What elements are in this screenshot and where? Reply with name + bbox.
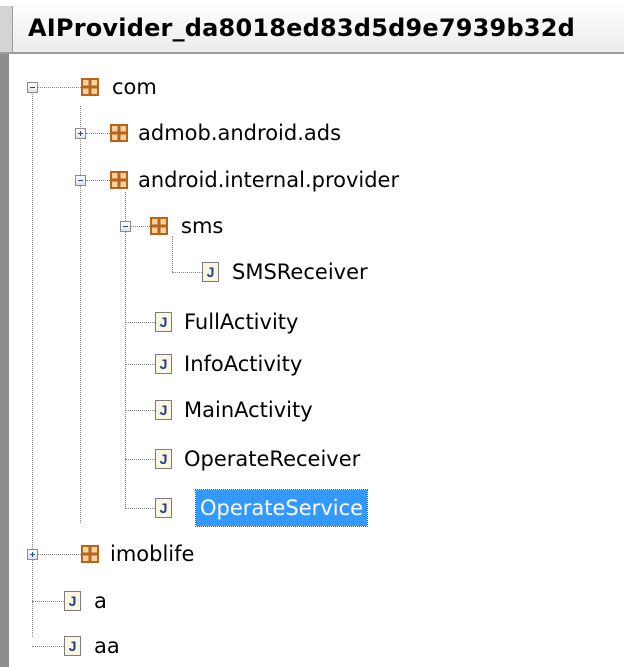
tree-item-com[interactable]: com bbox=[112, 73, 157, 101]
tree-connector bbox=[86, 133, 110, 134]
tree-item-a[interactable]: a bbox=[94, 587, 107, 615]
tree-item-operatereceiver[interactable]: OperateReceiver bbox=[184, 445, 360, 473]
tree-item-aa[interactable]: aa bbox=[94, 632, 120, 660]
package-icon bbox=[150, 217, 168, 235]
expand-plus-icon[interactable] bbox=[75, 128, 86, 139]
tree-connector bbox=[172, 236, 173, 272]
expand-plus-icon[interactable] bbox=[27, 549, 38, 560]
tree-item-sms[interactable]: sms bbox=[181, 212, 223, 240]
tree-connector bbox=[32, 601, 64, 602]
java-file-icon: J bbox=[155, 449, 172, 469]
tree-item-admob-android-ads[interactable]: admob.android.ads bbox=[138, 119, 341, 147]
tree-item-smsreceiver[interactable]: SMSReceiver bbox=[232, 258, 368, 286]
java-file-icon: J bbox=[155, 400, 172, 420]
tree-item-mainactivity[interactable]: MainActivity bbox=[184, 396, 313, 424]
package-icon bbox=[81, 78, 99, 96]
tree-connector bbox=[130, 226, 150, 227]
tree-connector bbox=[125, 364, 155, 365]
tree-connector bbox=[80, 106, 81, 523]
tree-item-infoactivity[interactable]: InfoActivity bbox=[184, 350, 302, 378]
java-file-icon: J bbox=[155, 312, 172, 332]
tree-connector bbox=[125, 192, 126, 509]
tree-connector bbox=[172, 272, 202, 273]
tree-connector bbox=[37, 554, 81, 555]
tree-connector bbox=[125, 459, 155, 460]
java-file-icon: J bbox=[155, 354, 172, 374]
tree-connector bbox=[32, 646, 64, 647]
collapse-minus-icon[interactable] bbox=[75, 175, 86, 186]
collapse-minus-icon[interactable] bbox=[27, 82, 38, 93]
java-file-icon: J bbox=[155, 498, 172, 518]
tree-connector bbox=[125, 410, 155, 411]
tree-connector bbox=[125, 322, 155, 323]
tree-connector bbox=[86, 180, 110, 181]
collapse-minus-icon[interactable] bbox=[120, 221, 131, 232]
tree-item-android-internal-provider[interactable]: android.internal.provider bbox=[138, 166, 399, 194]
tree-item-fullactivity[interactable]: FullActivity bbox=[184, 308, 298, 336]
package-tree: com admob.android.ads android.internal.p… bbox=[0, 0, 624, 667]
tree-item-operateservice[interactable]: OperateService bbox=[194, 489, 369, 527]
tree-connector bbox=[37, 87, 81, 88]
package-icon bbox=[110, 171, 128, 189]
package-icon bbox=[81, 545, 99, 563]
java-file-icon: J bbox=[64, 636, 81, 656]
java-file-icon: J bbox=[202, 262, 219, 282]
tree-connector bbox=[125, 508, 155, 509]
package-icon bbox=[110, 124, 128, 142]
tree-item-imoblife[interactable]: imoblife bbox=[110, 540, 194, 568]
java-file-icon: J bbox=[64, 591, 81, 611]
